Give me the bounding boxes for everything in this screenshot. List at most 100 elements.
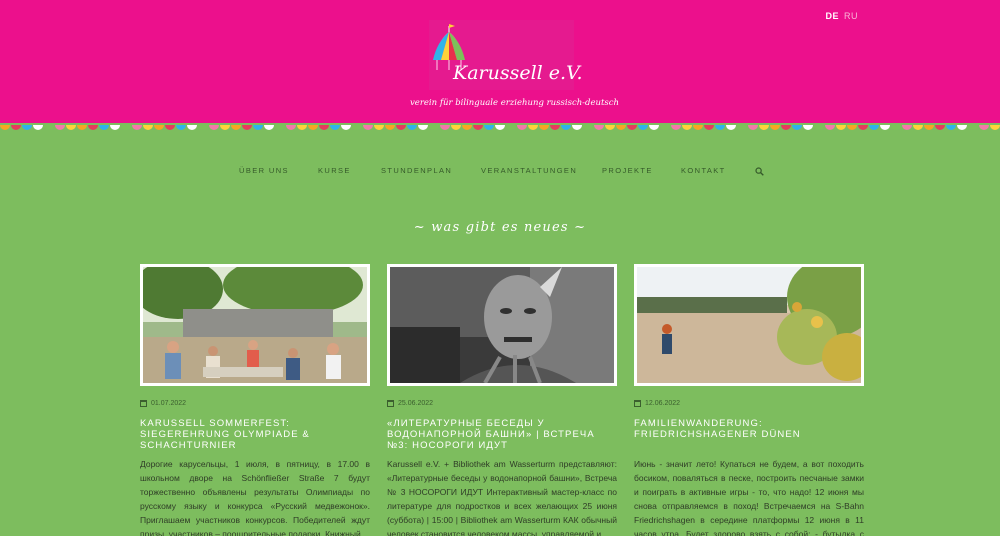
nav-item-stundenplan[interactable]: STUNDENPLAN xyxy=(381,166,452,175)
garland-flag xyxy=(781,125,791,130)
post-image-sommerfest[interactable] xyxy=(140,264,370,386)
garland-flag xyxy=(748,125,758,130)
garland-flag xyxy=(726,125,736,130)
garland-flag xyxy=(429,125,439,130)
garland-flag xyxy=(462,125,472,130)
garland-flag xyxy=(627,125,637,130)
garland-flag xyxy=(473,125,483,130)
post-title[interactable]: FAMILIENWANDERUNG: FRIEDRICHSHAGENER DÜN… xyxy=(634,418,864,452)
garland-flag xyxy=(946,125,956,130)
garland-flag xyxy=(33,125,43,130)
garland-flag xyxy=(869,125,879,130)
garland-flag xyxy=(957,125,967,130)
post-card: 01.07.2022 KARUSSELL SOMMERFEST: SIEGERE… xyxy=(140,264,370,536)
garland-flag xyxy=(132,125,142,130)
garland-flag xyxy=(22,125,32,130)
garland-flag xyxy=(231,125,241,130)
garland-flag xyxy=(121,125,131,130)
garland-flag xyxy=(759,125,769,130)
garland-flag xyxy=(110,125,120,130)
garland-flag xyxy=(275,125,285,130)
garland-flag xyxy=(319,125,329,130)
main-nav: ÜBER UNS KURSE STUNDENPLAN VERANSTALTUNG… xyxy=(0,166,1000,178)
garland-flag xyxy=(704,125,714,130)
garland-flag xyxy=(990,125,1000,130)
garland-flag xyxy=(913,125,923,130)
garland-flag xyxy=(737,125,747,130)
search-icon[interactable] xyxy=(755,167,764,176)
logo-text: Karussell e.V. xyxy=(453,62,583,84)
calendar-icon xyxy=(387,399,394,407)
garland-flag xyxy=(253,125,263,130)
garland-flag xyxy=(363,125,373,130)
lang-de-link[interactable]: DE xyxy=(825,11,839,21)
nav-item-kontakt[interactable]: KONTAKT xyxy=(681,166,726,175)
garland-flag xyxy=(44,125,54,130)
post-image-wanderung[interactable] xyxy=(634,264,864,386)
language-switcher: DE RU xyxy=(825,11,858,21)
garland-flag xyxy=(561,125,571,130)
garland-flag xyxy=(638,125,648,130)
garland-flag xyxy=(539,125,549,130)
garland-flag xyxy=(935,125,945,130)
garland-flag xyxy=(11,125,21,130)
garland-flag xyxy=(847,125,857,130)
tagline: verein für bilinguale erziehung russisch… xyxy=(410,98,620,108)
garland-flag xyxy=(297,125,307,130)
post-excerpt: Июнь - значит лето! Купаться не будем, а… xyxy=(634,459,864,536)
post-image-nosorogi[interactable] xyxy=(387,264,617,386)
post-excerpt: Karussell e.V. + Bibliothek am Wassertur… xyxy=(387,459,617,536)
garland-flag xyxy=(495,125,505,130)
garland-flag xyxy=(979,125,989,130)
garland-flag xyxy=(154,125,164,130)
section-title: ~ was gibt es neues ~ xyxy=(413,220,587,235)
garland-flag xyxy=(814,125,824,130)
garland-flag xyxy=(891,125,901,130)
post-excerpt: Дорогие карусельцы, 1 июля, в пятницу, в… xyxy=(140,459,370,536)
garland-flag xyxy=(66,125,76,130)
nav-item-kurse[interactable]: KURSE xyxy=(318,166,351,175)
garland-flag xyxy=(770,125,780,130)
garland-flag xyxy=(517,125,527,130)
garland-flag xyxy=(55,125,65,130)
garland-flag xyxy=(77,125,87,130)
garland-flag xyxy=(143,125,153,130)
garland-flag xyxy=(176,125,186,130)
garland-flag xyxy=(0,125,10,130)
garland-flag xyxy=(660,125,670,130)
garland-flag xyxy=(858,125,868,130)
garland-flag xyxy=(187,125,197,130)
garland-flag xyxy=(528,125,538,130)
calendar-icon xyxy=(140,399,147,407)
garland-flag xyxy=(418,125,428,130)
garland-flag xyxy=(649,125,659,130)
garland-flag xyxy=(440,125,450,130)
garland-flag xyxy=(341,125,351,130)
garland-flag xyxy=(242,125,252,130)
garland-flag xyxy=(605,125,615,130)
garland-flag xyxy=(506,125,516,130)
garland-flag xyxy=(451,125,461,130)
garland-flag xyxy=(209,125,219,130)
garland-flag xyxy=(682,125,692,130)
nav-item-projekte[interactable]: PROJEKTE xyxy=(602,166,653,175)
nav-item-ueber-uns[interactable]: ÜBER UNS xyxy=(239,166,289,175)
post-title[interactable]: «ЛИТЕРАТУРНЫЕ БЕСЕДЫ У ВОДОНАПОРНОЙ БАШН… xyxy=(387,418,617,452)
garland-flag xyxy=(924,125,934,130)
post-date: 01.07.2022 xyxy=(140,398,370,408)
post-date: 12.06.2022 xyxy=(634,398,864,408)
garland-flag xyxy=(715,125,725,130)
garland-flag xyxy=(220,125,230,130)
post-title[interactable]: KARUSSELL SOMMERFEST: SIEGEREHRUNG OLYMP… xyxy=(140,418,370,452)
garland-flag xyxy=(792,125,802,130)
garland-flag xyxy=(330,125,340,130)
garland-flag xyxy=(693,125,703,130)
garland-flag xyxy=(385,125,395,130)
garland-flag xyxy=(572,125,582,130)
lang-ru-link[interactable]: RU xyxy=(844,11,858,21)
garland-flag xyxy=(99,125,109,130)
nav-item-veranstaltungen[interactable]: VERANSTALTUNGEN xyxy=(481,166,577,175)
calendar-icon xyxy=(634,399,641,407)
garland-flag xyxy=(583,125,593,130)
garland-flag xyxy=(968,125,978,130)
